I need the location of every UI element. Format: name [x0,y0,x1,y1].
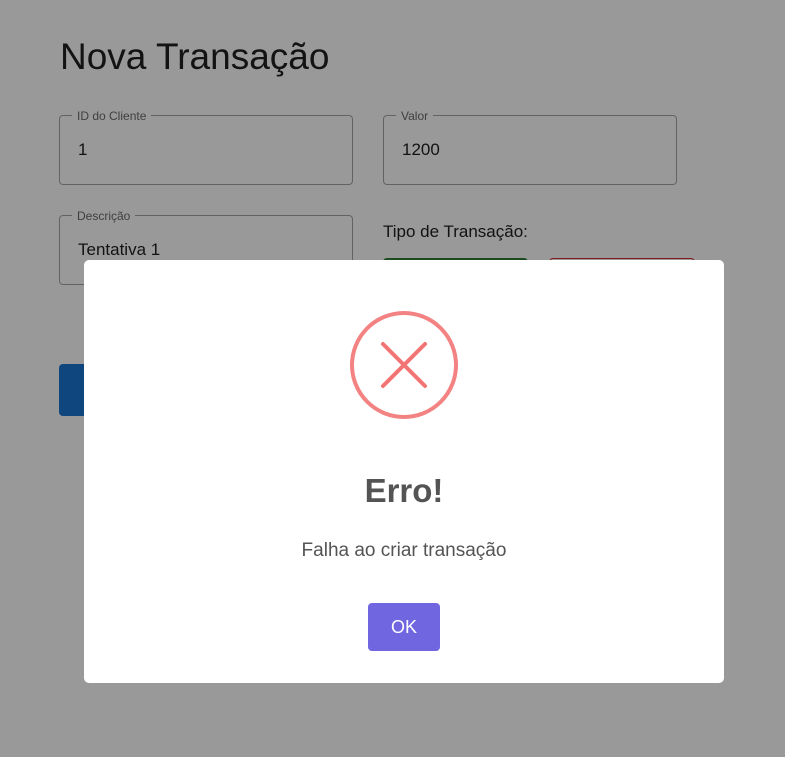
error-x-icon [350,311,458,419]
ok-button[interactable]: OK [368,603,440,651]
page: Nova Transação ID do Cliente 1 Valor 120… [0,0,785,757]
error-dialog: Erro! Falha ao criar transação OK [84,260,724,683]
dialog-title: Erro! [364,472,444,509]
dialog-message: Falha ao criar transação [301,540,507,561]
